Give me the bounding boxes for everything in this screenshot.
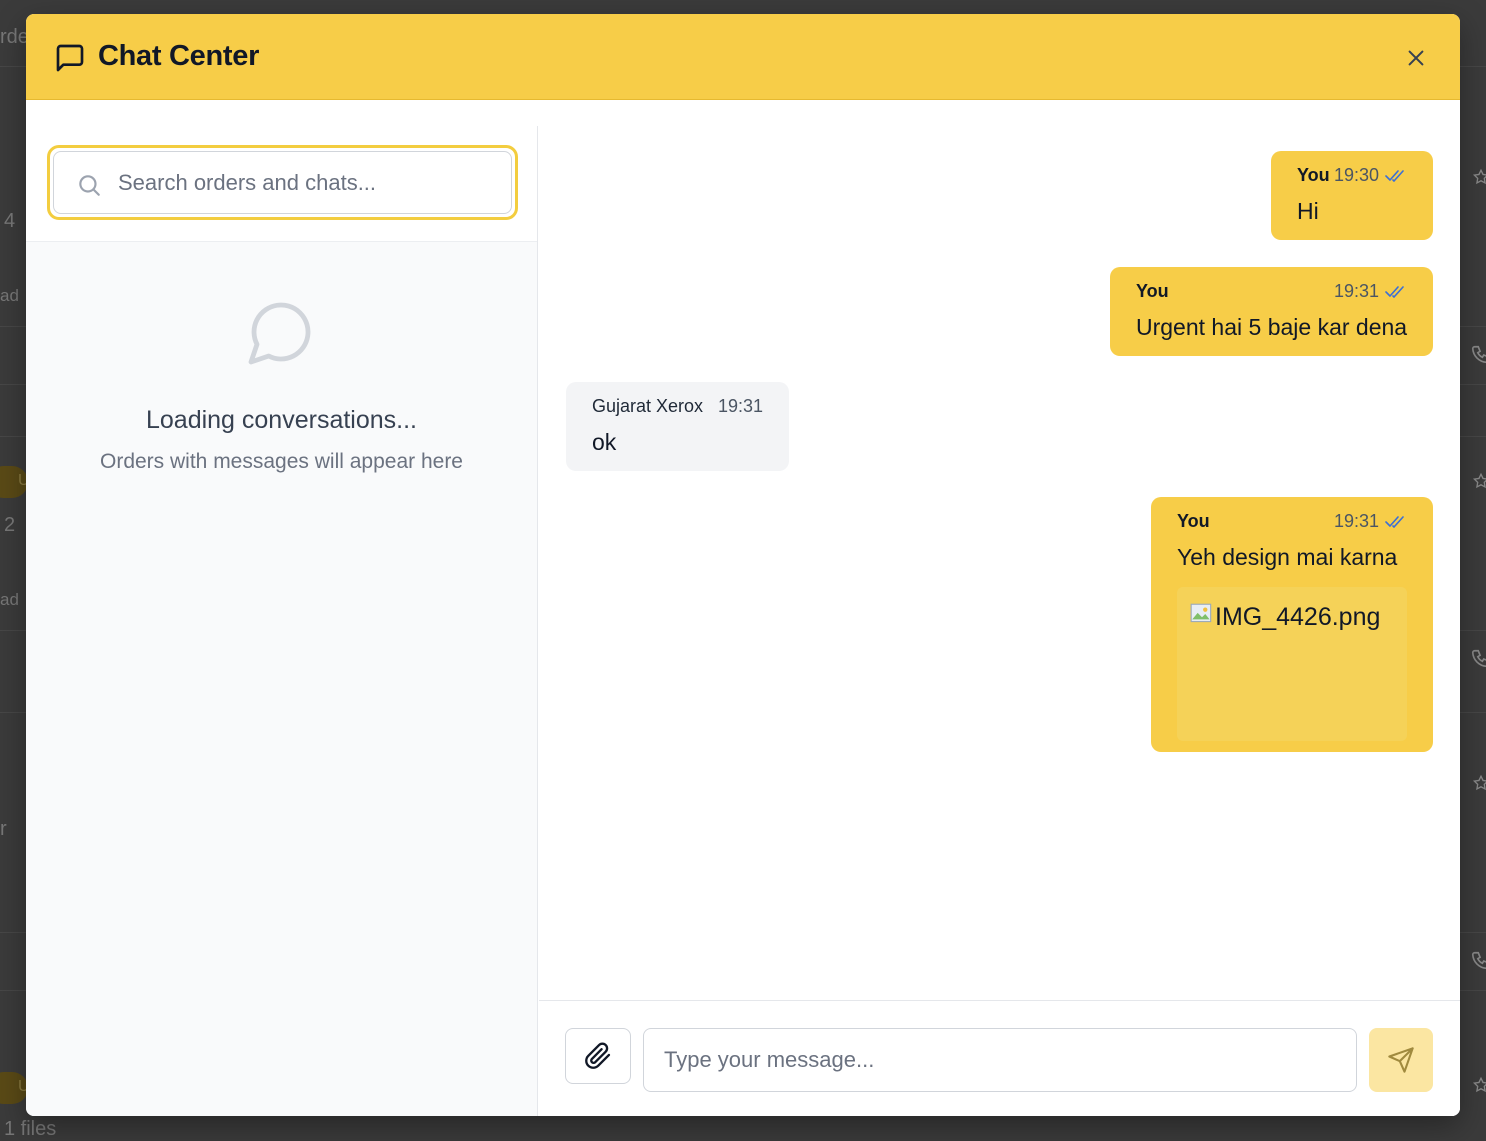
background-text: rde xyxy=(0,26,29,48)
modal-title: Chat Center xyxy=(98,40,260,72)
message-bubble-received: Gujarat Xerox 19:31 ok xyxy=(566,382,789,471)
message-time: 19:31 xyxy=(717,396,763,416)
chat-panel: You 19:30 Hi You 19:31 Urgent hai 5 baje… xyxy=(539,126,1460,1116)
attach-file-button[interactable] xyxy=(565,1028,631,1084)
double-check-icon xyxy=(1385,169,1404,182)
phone-icon xyxy=(1471,951,1486,970)
chat-center-modal: Chat Center Loading conversations.. xyxy=(26,14,1460,1116)
close-button[interactable] xyxy=(1398,40,1434,76)
background-text: r xyxy=(0,818,7,840)
message-sender: Gujarat Xerox xyxy=(592,396,704,416)
message-square-icon xyxy=(56,44,84,72)
search-box xyxy=(53,151,512,214)
message-time: 19:31 xyxy=(1333,511,1379,531)
message-meta: Gujarat Xerox 19:31 xyxy=(592,396,763,417)
search-input[interactable] xyxy=(118,152,498,213)
message-circle-icon xyxy=(248,302,311,365)
star-icon xyxy=(1472,168,1486,185)
message-input[interactable] xyxy=(643,1028,1357,1092)
double-check-icon xyxy=(1385,515,1404,528)
empty-state-subtitle: Orders with messages will appear here xyxy=(100,450,463,473)
background-text: ad xyxy=(0,590,19,609)
send-icon xyxy=(1388,1047,1414,1073)
message-sender: You xyxy=(1297,165,1330,185)
image-attachment[interactable]: IMG_4426.png xyxy=(1177,587,1407,741)
broken-image-icon xyxy=(1190,603,1212,623)
star-icon xyxy=(1472,774,1486,791)
message-text: ok xyxy=(592,429,617,455)
message-composer xyxy=(539,1000,1460,1116)
phone-icon xyxy=(1471,649,1486,668)
message-bubble-sent: You 19:31 Yeh design mai karna IMG_4426.… xyxy=(1151,497,1433,752)
message-bubble-sent: You 19:30 Hi xyxy=(1271,151,1433,240)
message-meta: You 19:31 xyxy=(1177,511,1407,532)
message-meta: You 19:31 xyxy=(1136,281,1407,302)
message-time-wrap: 19:31 xyxy=(1334,281,1407,302)
message-time: 19:31 xyxy=(1333,281,1379,301)
message-time: 19:30 xyxy=(1333,165,1379,185)
star-icon xyxy=(1472,472,1486,489)
double-check-icon xyxy=(1385,285,1404,298)
close-icon xyxy=(1408,50,1424,66)
phone-icon xyxy=(1471,345,1486,364)
star-icon xyxy=(1472,1076,1486,1093)
conversation-sidebar: Loading conversations... Orders with mes… xyxy=(26,126,538,1116)
message-meta: You 19:30 xyxy=(1297,165,1407,186)
search-area xyxy=(26,126,537,242)
message-time-wrap: 19:31 xyxy=(1334,511,1407,532)
background-text: 4 xyxy=(4,210,16,232)
background-text: 1 files xyxy=(4,1118,57,1140)
message-bubble-sent: You 19:31 Urgent hai 5 baje kar dena xyxy=(1110,267,1433,356)
paperclip-icon xyxy=(585,1042,611,1069)
modal-header: Chat Center xyxy=(26,14,1460,100)
empty-state-title: Loading conversations... xyxy=(145,406,417,434)
message-time-wrap: 19:31 xyxy=(718,396,763,417)
message-sender: You xyxy=(1177,511,1210,531)
message-text: Urgent hai 5 baje kar dena xyxy=(1136,314,1408,340)
message-text: Hi xyxy=(1297,198,1319,224)
message-time-wrap: 19:30 xyxy=(1334,165,1407,186)
background-text: ad xyxy=(0,286,19,305)
send-button[interactable] xyxy=(1369,1028,1433,1092)
search-icon xyxy=(79,175,100,196)
message-sender: You xyxy=(1136,281,1169,301)
attachment-filename: IMG_4426.png xyxy=(1215,603,1381,631)
background-text: 2 xyxy=(4,514,16,536)
message-text: Yeh design mai karna xyxy=(1177,544,1398,570)
search-focus-ring xyxy=(47,145,518,220)
